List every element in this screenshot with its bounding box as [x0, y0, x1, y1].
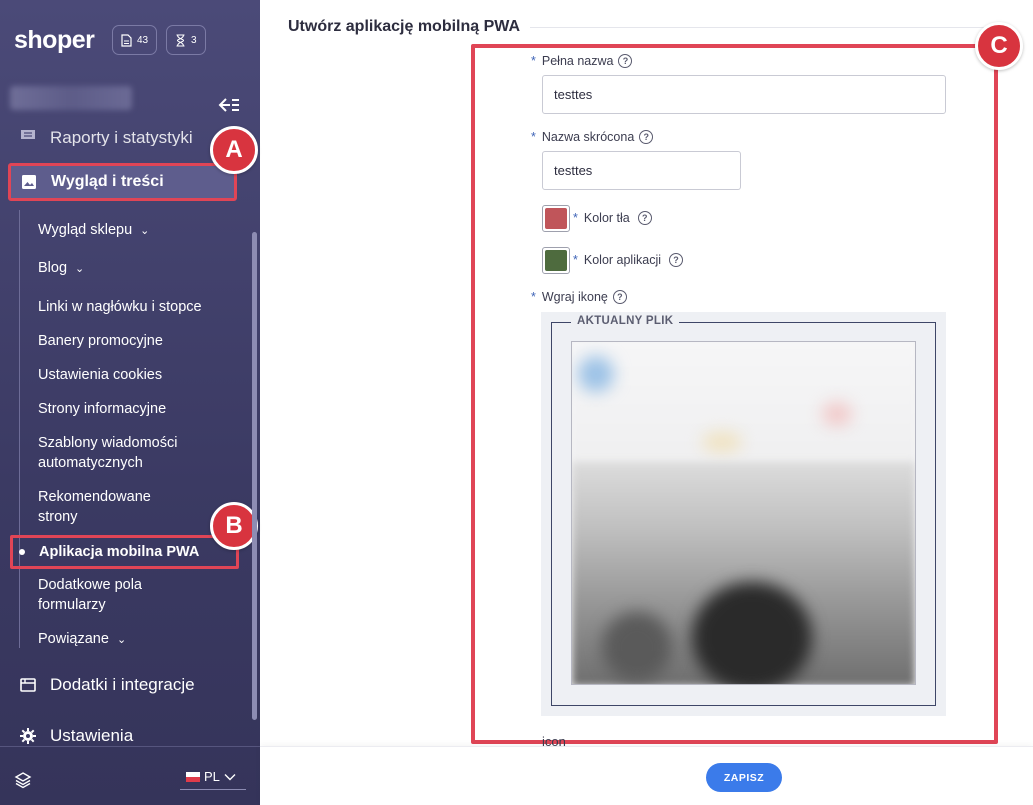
sidebar-scrollbar[interactable] — [252, 232, 257, 720]
submenu-item-cookies[interactable]: Ustawienia cookies — [38, 365, 162, 385]
label-text: Kolor aplikacji — [583, 253, 661, 267]
language-underline — [180, 789, 246, 790]
tasks-counter[interactable]: 3 — [166, 25, 206, 55]
icon-upload-label: * Wgraj ikonę ? — [531, 290, 627, 304]
current-file-legend: AKTUALNY PLIK — [571, 315, 680, 327]
submenu-item-label: Aplikacja mobilna PWA — [39, 544, 200, 560]
submenu-guide-line — [19, 210, 20, 648]
language-selector[interactable]: PL — [186, 769, 236, 784]
required-marker: * — [531, 130, 536, 144]
full-name-input[interactable] — [542, 75, 946, 114]
preview-blur-blob — [692, 582, 812, 684]
required-marker: * — [531, 54, 536, 68]
store-name-blurred — [10, 86, 132, 110]
preview-blur-blob — [602, 612, 672, 682]
form-footer — [260, 746, 1033, 805]
submenu-item-label: Wygląd sklepu — [38, 222, 133, 238]
callout-b: B — [210, 502, 258, 550]
sidebar: shoper 43 3 Raporty i statystyki Wygląd … — [0, 0, 260, 805]
help-icon[interactable]: ? — [669, 253, 683, 267]
required-marker: * — [531, 290, 536, 304]
title-divider — [530, 27, 990, 28]
app-color-picker[interactable] — [542, 247, 570, 274]
submenu-item-extra-form-fields[interactable]: Dodatkowe pola formularzy — [38, 575, 168, 615]
documents-count: 43 — [137, 34, 149, 46]
required-marker: * — [573, 253, 578, 267]
language-code: PL — [204, 769, 220, 784]
submenu-item-label: Blog — [38, 260, 68, 276]
page-title: Utwórz aplikację mobilną PWA — [288, 18, 521, 35]
short-name-label: * Nazwa skrócona ? — [531, 130, 654, 144]
chevron-down-icon: ⌄ — [75, 263, 85, 275]
help-icon[interactable]: ? — [639, 130, 654, 144]
submenu-item-blog[interactable]: Blog ⌄ — [38, 258, 84, 279]
submenu-item-recommended-pages[interactable]: Rekomendowane strony — [38, 487, 168, 527]
current-icon-preview[interactable] — [571, 341, 916, 685]
chevron-down-icon: ⌄ — [116, 634, 127, 646]
submenu-item-related[interactable]: Powiązane ⌄ — [38, 629, 126, 650]
reports-icon — [21, 130, 35, 139]
bg-color-label: * Kolor tła ? — [573, 211, 652, 225]
nav-item-addons[interactable]: Dodatki i integracje — [20, 675, 195, 695]
submenu-item-store-look[interactable]: Wygląd sklepu ⌄ — [38, 220, 149, 241]
bg-color-fill — [545, 208, 567, 229]
submenu-item-label: Powiązane — [38, 631, 109, 647]
chevron-down-icon: ⌄ — [140, 225, 150, 237]
collapse-sidebar-icon[interactable] — [218, 95, 240, 115]
app-color-label: * Kolor aplikacji ? — [573, 253, 683, 267]
callout-a: A — [210, 126, 258, 174]
save-button[interactable]: ZAPISZ — [706, 763, 782, 792]
nav-item-appearance[interactable]: Wygląd i treści — [8, 163, 237, 201]
nav-item-label: Raporty i statystyki — [50, 128, 193, 146]
document-icon — [121, 33, 132, 47]
layers-icon[interactable] — [14, 771, 32, 789]
label-text: Pełna nazwa — [541, 54, 614, 68]
tasks-count: 3 — [191, 34, 197, 46]
addons-icon — [20, 678, 36, 692]
app-color-fill — [545, 250, 567, 271]
shoper-logo[interactable]: shoper — [14, 26, 95, 55]
preview-blur-blob — [578, 356, 614, 392]
hourglass-icon — [176, 33, 185, 47]
help-icon[interactable]: ? — [612, 290, 627, 304]
label-text: Kolor tła — [583, 211, 630, 225]
help-icon[interactable]: ? — [618, 54, 633, 68]
image-icon — [22, 175, 36, 189]
callout-c: C — [975, 22, 1023, 70]
required-marker: * — [573, 211, 578, 225]
sidebar-footer: PL — [0, 746, 260, 805]
label-text: Nazwa skrócona — [541, 130, 635, 144]
preview-blur-blob — [702, 432, 742, 452]
help-icon[interactable]: ? — [637, 211, 652, 225]
submenu-item-header-footer-links[interactable]: Linki w nagłówku i stopce — [38, 297, 202, 317]
short-name-input[interactable] — [542, 151, 741, 190]
nav-item-label: Wygląd i treści — [51, 173, 164, 190]
submenu-item-promo-banners[interactable]: Banery promocyjne — [38, 331, 163, 351]
documents-counter[interactable]: 43 — [112, 25, 158, 55]
nav-item-label: Ustawienia — [50, 726, 134, 745]
submenu-item-message-templates[interactable]: Szablony wiadomości automatycznych — [38, 433, 198, 473]
submenu-item-info-pages[interactable]: Strony informacyjne — [38, 399, 166, 419]
nav-item-reports[interactable]: Raporty i statystyki — [20, 118, 193, 146]
active-dot — [19, 549, 25, 555]
submenu-item-pwa[interactable]: Aplikacja mobilna PWA — [10, 535, 239, 569]
full-name-label: * Pełna nazwa ? — [531, 54, 633, 68]
chevron-down-icon — [224, 773, 236, 780]
nav-item-label: Dodatki i integracje — [50, 675, 195, 694]
gear-icon — [20, 728, 36, 744]
label-text: Wgraj ikonę — [541, 290, 608, 304]
preview-blur-blob — [822, 402, 852, 426]
bg-color-picker[interactable] — [542, 205, 570, 232]
nav-item-settings[interactable]: Ustawienia — [20, 726, 133, 746]
poland-flag-icon — [186, 771, 200, 782]
